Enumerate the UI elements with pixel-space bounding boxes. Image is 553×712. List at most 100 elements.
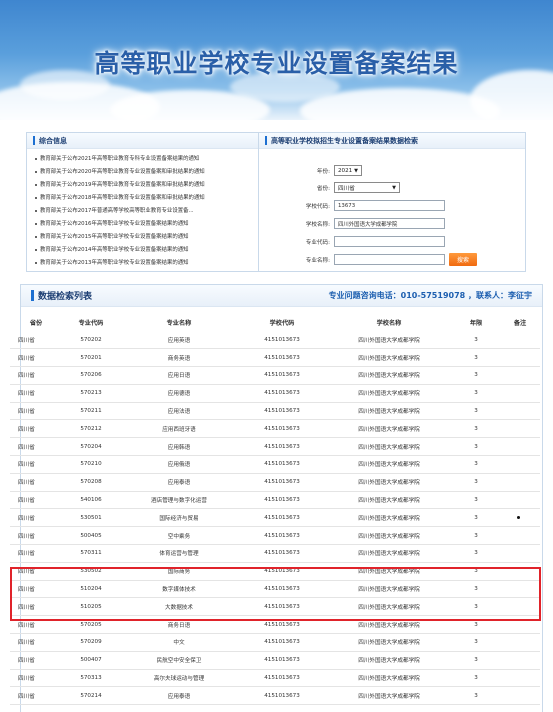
table-cell: 四川省 (10, 669, 62, 688)
table-cell: 大数据技术 (120, 597, 238, 617)
table-cell: 3 (452, 562, 500, 581)
page-title: 高等职业学校专业设置备案结果 (94, 49, 459, 78)
table-row: 四川省 570211 应用法语 4151013673 四川外国语大学成都学院 3 (10, 402, 540, 421)
news-link[interactable]: 教育部关于公布2016年高等职业学校专业设置备案结果的通知 (35, 218, 263, 231)
table-header-row: 省份 专业代码 专业名称 学校代码 学校名称 年限 备注 (10, 314, 540, 331)
province-select[interactable]: 四川省 ▼ (334, 182, 400, 193)
table-cell (500, 508, 540, 528)
table-row: 四川省 540106 酒店管理与数字化运营 4151013673 四川外国语大学成都学院… (10, 491, 540, 510)
table-cell: 四川省 (10, 597, 62, 617)
table-cell: 530501 (62, 508, 120, 528)
news-panel-title: 综合信息 (39, 136, 67, 145)
news-link[interactable]: 教育部关于公布2014年高等职业学校专业设置备案结果的通知 (35, 244, 263, 257)
table-cell: 570210 (62, 455, 120, 474)
table-cell: 500407 (62, 651, 120, 670)
table-cell: 3 (452, 437, 500, 457)
table-cell: 570311 (62, 544, 120, 563)
news-link[interactable]: 教育部关于公布2018年高等职业教育专业设置备案和审批结果的通知 (35, 192, 263, 205)
news-link[interactable]: 教育部关于公布2017年普通高等学校高等职业教育专业设置备... (35, 205, 263, 218)
table-cell: 四川外国语大学成都学院 (326, 419, 452, 439)
table-cell: 四川省 (10, 633, 62, 652)
table-cell (500, 366, 540, 385)
news-link[interactable]: 教育部关于公布2020年高等职业教育专业设置备案和审批结果的通知 (35, 166, 263, 179)
table-cell: 3 (452, 597, 500, 617)
table-cell: 应用西班牙语 (120, 419, 238, 439)
table-cell: 4151013673 (238, 686, 326, 706)
results-title: 数据检索列表 (38, 292, 93, 302)
table-cell: 四川省 (10, 544, 62, 563)
major-name-label: 专业名称: (305, 257, 330, 264)
contact-info: 专业问题咨询电话：010-57519078 ，联系人：李征宇 (328, 291, 532, 300)
results-header: 数据检索列表 专业问题咨询电话：010-57519078 ，联系人：李征宇 (21, 285, 542, 307)
table-cell: 应用德语 (120, 384, 238, 403)
major-code-row: 专业代码: (259, 236, 445, 247)
table-cell: 3 (452, 686, 500, 706)
table-cell: 四川外国语大学成都学院 (326, 633, 452, 652)
table-cell: 应用日语 (120, 366, 238, 385)
table-cell: 4151013673 (238, 544, 326, 563)
table-cell: 4151013673 (238, 633, 326, 652)
table-cell: 四川省 (10, 402, 62, 421)
table-cell (500, 491, 540, 510)
search-button[interactable]: 搜索 (449, 253, 477, 266)
column-header: 省份 (29, 320, 43, 327)
table-cell: 四川省 (10, 491, 62, 510)
table-cell: 4151013673 (238, 366, 326, 385)
table-cell: 510205 (62, 597, 120, 617)
table-cell: 商务日语 (120, 615, 238, 635)
table-cell: 四川省 (10, 580, 62, 599)
table-row: 四川省 570313 高尔夫球运动与管理 4151013673 四川外国语大学成都学院 3 (10, 669, 540, 688)
table-cell: 应用法语 (120, 402, 238, 421)
news-link[interactable]: 教育部关于公布2019年高等职业教育专业设置备案和审批结果的通知 (35, 179, 263, 192)
table-cell: 570214 (62, 686, 120, 706)
table-cell: 四川外国语大学成都学院 (326, 615, 452, 635)
section-marker (265, 136, 267, 145)
school-code-input[interactable]: 13673 (334, 200, 445, 211)
table-cell (500, 597, 540, 617)
table-cell: 商务英语 (120, 348, 238, 368)
table-cell: 3 (452, 473, 500, 492)
column-header: 专业名称 (166, 320, 192, 327)
column-header: 学校代码 (269, 320, 295, 327)
table-cell: 数字媒体技术 (120, 580, 238, 599)
table-cell (500, 686, 540, 706)
bullet-icon (35, 170, 37, 173)
news-link[interactable]: 教育部关于公布2013年高等职业学校专业设置备案结果的通知 (35, 257, 263, 270)
table-cell: 四川外国语大学成都学院 (326, 686, 452, 706)
table-cell: 四川省 (10, 366, 62, 385)
table-cell: 酒店管理与数字化运营 (120, 491, 238, 510)
bullet-icon (35, 209, 37, 212)
year-select[interactable]: 2021 ▼ (334, 165, 362, 176)
table-cell: 四川外国语大学成都学院 (326, 526, 452, 546)
table-row: 四川省 570206 应用日语 4151013673 四川外国语大学成都学院 3 (10, 366, 540, 385)
news-link[interactable]: 教育部关于公布2021年高等职业教育专科专业设置备案结果的通知 (35, 153, 263, 166)
table-row: 四川省 570201 商务英语 4151013673 四川外国语大学成都学院 3 (10, 348, 540, 368)
school-code-row: 学校代码: 13673 (259, 200, 445, 211)
news-link[interactable]: 教育部关于公布2015年高等职业学校专业设置备案结果的通知 (35, 231, 263, 244)
table-cell: 四川外国语大学成都学院 (326, 366, 452, 385)
major-name-input[interactable] (334, 254, 445, 265)
table-cell: 570211 (62, 402, 120, 421)
table-cell: 四川省 (10, 331, 62, 350)
table-cell (500, 437, 540, 457)
table-cell: 四川外国语大学成都学院 (326, 402, 452, 421)
table-cell: 四川外国语大学成都学院 (326, 669, 452, 688)
table-cell: 四川省 (10, 615, 62, 635)
school-name-input[interactable]: 四川外国语大学成都学院 (334, 218, 445, 229)
table-cell: 3 (452, 419, 500, 439)
table-cell: 4151013673 (238, 597, 326, 617)
search-panel-header: 高等职业学校拟招生专业设置备案结果数据检索 (259, 133, 525, 149)
table-cell: 3 (452, 508, 500, 528)
major-code-input[interactable] (334, 236, 445, 247)
table-cell: 四川省 (10, 455, 62, 474)
chevron-down-icon: ▼ (354, 167, 358, 174)
table-cell: 体育运营与管理 (120, 544, 238, 563)
bullet-icon (35, 248, 37, 251)
table-cell: 4151013673 (238, 526, 326, 546)
table-cell (500, 331, 540, 350)
table-cell (500, 348, 540, 368)
table-cell: 3 (452, 669, 500, 688)
table-cell: 570206 (62, 366, 120, 385)
school-name-row: 学校名称: 四川外国语大学成都学院 (259, 218, 445, 229)
table-cell: 570209 (62, 633, 120, 652)
